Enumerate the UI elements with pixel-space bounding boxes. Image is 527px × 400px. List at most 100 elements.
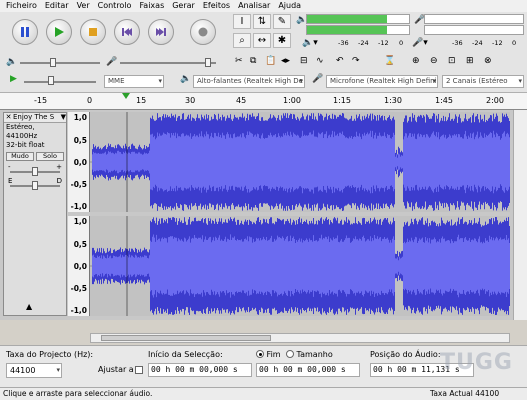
channels-select[interactable]: 2 Canais (Estéreo xyxy=(442,75,524,88)
menu-generate[interactable]: Gerar xyxy=(168,0,199,12)
playhead-marker[interactable] xyxy=(122,93,130,99)
menu-help[interactable]: Ajuda xyxy=(274,0,305,12)
playback-meter-right[interactable] xyxy=(306,25,410,35)
waveform-channel-left[interactable] xyxy=(90,112,510,212)
fit-project-icon[interactable]: ⊞ xyxy=(466,56,474,66)
scale-label: -0,5 xyxy=(70,180,87,189)
playback-meter-left[interactable] xyxy=(306,14,410,24)
menu-control[interactable]: Controlo xyxy=(94,0,136,12)
zoom-in-icon[interactable]: ⊕ xyxy=(412,56,420,66)
playback-scale-36: -36 xyxy=(338,39,349,47)
pan-right-label: D xyxy=(56,177,62,185)
trim-icon[interactable]: ◂▸ xyxy=(281,56,290,66)
end-radio-label: Fim xyxy=(266,350,281,359)
pause-button[interactable] xyxy=(12,19,38,45)
scale-label: 0,0 xyxy=(73,158,87,167)
collapse-track-icon[interactable]: ▲ xyxy=(26,302,32,311)
playback-meter-speaker-icon[interactable]: 🔈▾ xyxy=(302,38,318,48)
output-device-icon: 🔈 xyxy=(180,74,192,84)
record-button[interactable] xyxy=(190,19,216,45)
paste-icon[interactable]: 📋 xyxy=(265,56,276,66)
scroll-thumb[interactable] xyxy=(101,335,271,341)
play-button[interactable] xyxy=(46,19,72,45)
zoom-tool-icon[interactable]: ⌕ xyxy=(233,33,251,48)
menu-analyze[interactable]: Analisar xyxy=(234,0,274,12)
zoom-out-icon[interactable]: ⊖ xyxy=(430,56,438,66)
skip-start-button[interactable] xyxy=(114,19,140,45)
play-at-speed-icon[interactable]: ▶ xyxy=(10,74,17,84)
output-device-select[interactable]: Alto-falantes (Realtek High De xyxy=(193,75,305,88)
input-device-select[interactable]: Microfone (Realtek High Defini xyxy=(326,75,438,88)
zoom-toggle-icon[interactable]: ⊗ xyxy=(484,56,492,66)
ruler-tick: 30 xyxy=(185,96,196,105)
input-volume-slider[interactable] xyxy=(120,62,216,64)
vertical-scrollbar[interactable] xyxy=(513,110,527,320)
selection-start-label: Início da Selecção: xyxy=(148,350,223,359)
undo-icon[interactable]: ↶ xyxy=(336,56,344,66)
audio-host-select[interactable]: MME xyxy=(104,75,164,88)
record-scale-12: -12 xyxy=(492,39,503,47)
audio-position-label: Posição do Áudio: xyxy=(370,350,441,359)
gain-thumb[interactable] xyxy=(32,167,38,176)
copy-icon[interactable]: ⧉ xyxy=(250,56,256,66)
scale-label: 1,0 xyxy=(73,217,87,226)
selection-end-time[interactable]: 00 h 00 m 00,000 s xyxy=(256,363,360,377)
output-volume-thumb[interactable] xyxy=(50,58,56,67)
track-menu-arrow-icon[interactable]: ▼ xyxy=(61,113,66,122)
tools-toolbar: I ⇅ ✎ ⌕ ↔ ✱ xyxy=(233,14,293,54)
play-speed-thumb[interactable] xyxy=(48,76,54,85)
menu-effects[interactable]: Efeitos xyxy=(199,0,234,12)
stop-button[interactable] xyxy=(80,19,106,45)
snap-to-label: Ajustar a xyxy=(98,365,134,374)
skip-end-button[interactable] xyxy=(148,19,174,45)
length-radio[interactable] xyxy=(286,350,294,358)
selection-tool-icon[interactable]: I xyxy=(233,14,251,29)
track-bitdepth: 32-bit float xyxy=(6,141,45,149)
timeline-ruler[interactable]: -15 0 15 30 45 1:00 1:15 1:30 1:45 2:00 xyxy=(0,92,527,110)
end-radio-group: Fim xyxy=(256,350,281,359)
pan-thumb[interactable] xyxy=(32,181,38,190)
envelope-tool-icon[interactable]: ⇅ xyxy=(253,14,271,29)
horizontal-scrollbar[interactable] xyxy=(90,333,510,343)
status-rate: Taxa Actual 44100 xyxy=(430,389,500,398)
track-format: Estéreo, 44100Hz xyxy=(6,123,38,140)
ruler-tick: 45 xyxy=(236,96,247,105)
snap-to-checkbox[interactable] xyxy=(135,366,143,374)
menu-edit[interactable]: Editar xyxy=(41,0,73,12)
menu-tracks[interactable]: Faixas xyxy=(135,0,168,12)
track-name-menu[interactable]: Enjoy The S xyxy=(13,113,61,122)
gain-plus-label: + xyxy=(56,163,62,171)
end-radio[interactable] xyxy=(256,350,264,358)
record-meter-mic-icon[interactable]: 🎤▾ xyxy=(412,38,428,48)
ruler-tick: 1:45 xyxy=(435,96,453,105)
timeshift-tool-icon[interactable]: ↔ xyxy=(253,33,271,48)
selection-start-time[interactable]: 00 h 00 m 00,000 s xyxy=(148,363,252,377)
solo-button[interactable]: Solo xyxy=(36,152,64,161)
output-volume-slider[interactable] xyxy=(20,62,100,64)
multi-tool-icon[interactable]: ✱ xyxy=(273,33,291,48)
draw-tool-icon[interactable]: ✎ xyxy=(273,14,291,29)
redo-icon[interactable]: ↷ xyxy=(352,56,360,66)
record-scale-24: -24 xyxy=(472,39,483,47)
menu-file[interactable]: Ficheiro xyxy=(2,0,41,12)
playback-scale-12: -12 xyxy=(378,39,389,47)
input-volume-thumb[interactable] xyxy=(205,58,211,67)
record-meter-left[interactable] xyxy=(424,14,524,24)
track-area: ✕ Enjoy The S ▼ Estéreo, 44100Hz 32-bit … xyxy=(0,110,527,320)
fit-selection-icon[interactable]: ⊡ xyxy=(448,56,456,66)
mute-button[interactable]: Mudo xyxy=(6,152,34,161)
sync-lock-icon[interactable]: ⌛ xyxy=(384,56,395,66)
record-meter-right[interactable] xyxy=(424,25,524,35)
scale-label: -1,0 xyxy=(70,202,87,211)
project-rate-select[interactable]: 44100 xyxy=(6,363,62,378)
ruler-tick: -15 xyxy=(34,96,48,105)
close-track-icon[interactable]: ✕ xyxy=(4,113,13,122)
menu-view[interactable]: Ver xyxy=(73,0,94,12)
waveform-channel-right[interactable] xyxy=(90,216,510,316)
record-scale-36: -36 xyxy=(452,39,463,47)
cut-icon[interactable]: ✂ xyxy=(235,56,243,66)
play-speed-slider[interactable] xyxy=(24,81,96,83)
record-icon xyxy=(198,27,208,37)
silence-icon[interactable]: ⊟ xyxy=(300,56,308,66)
waveform-icon[interactable]: ∿ xyxy=(316,56,324,66)
